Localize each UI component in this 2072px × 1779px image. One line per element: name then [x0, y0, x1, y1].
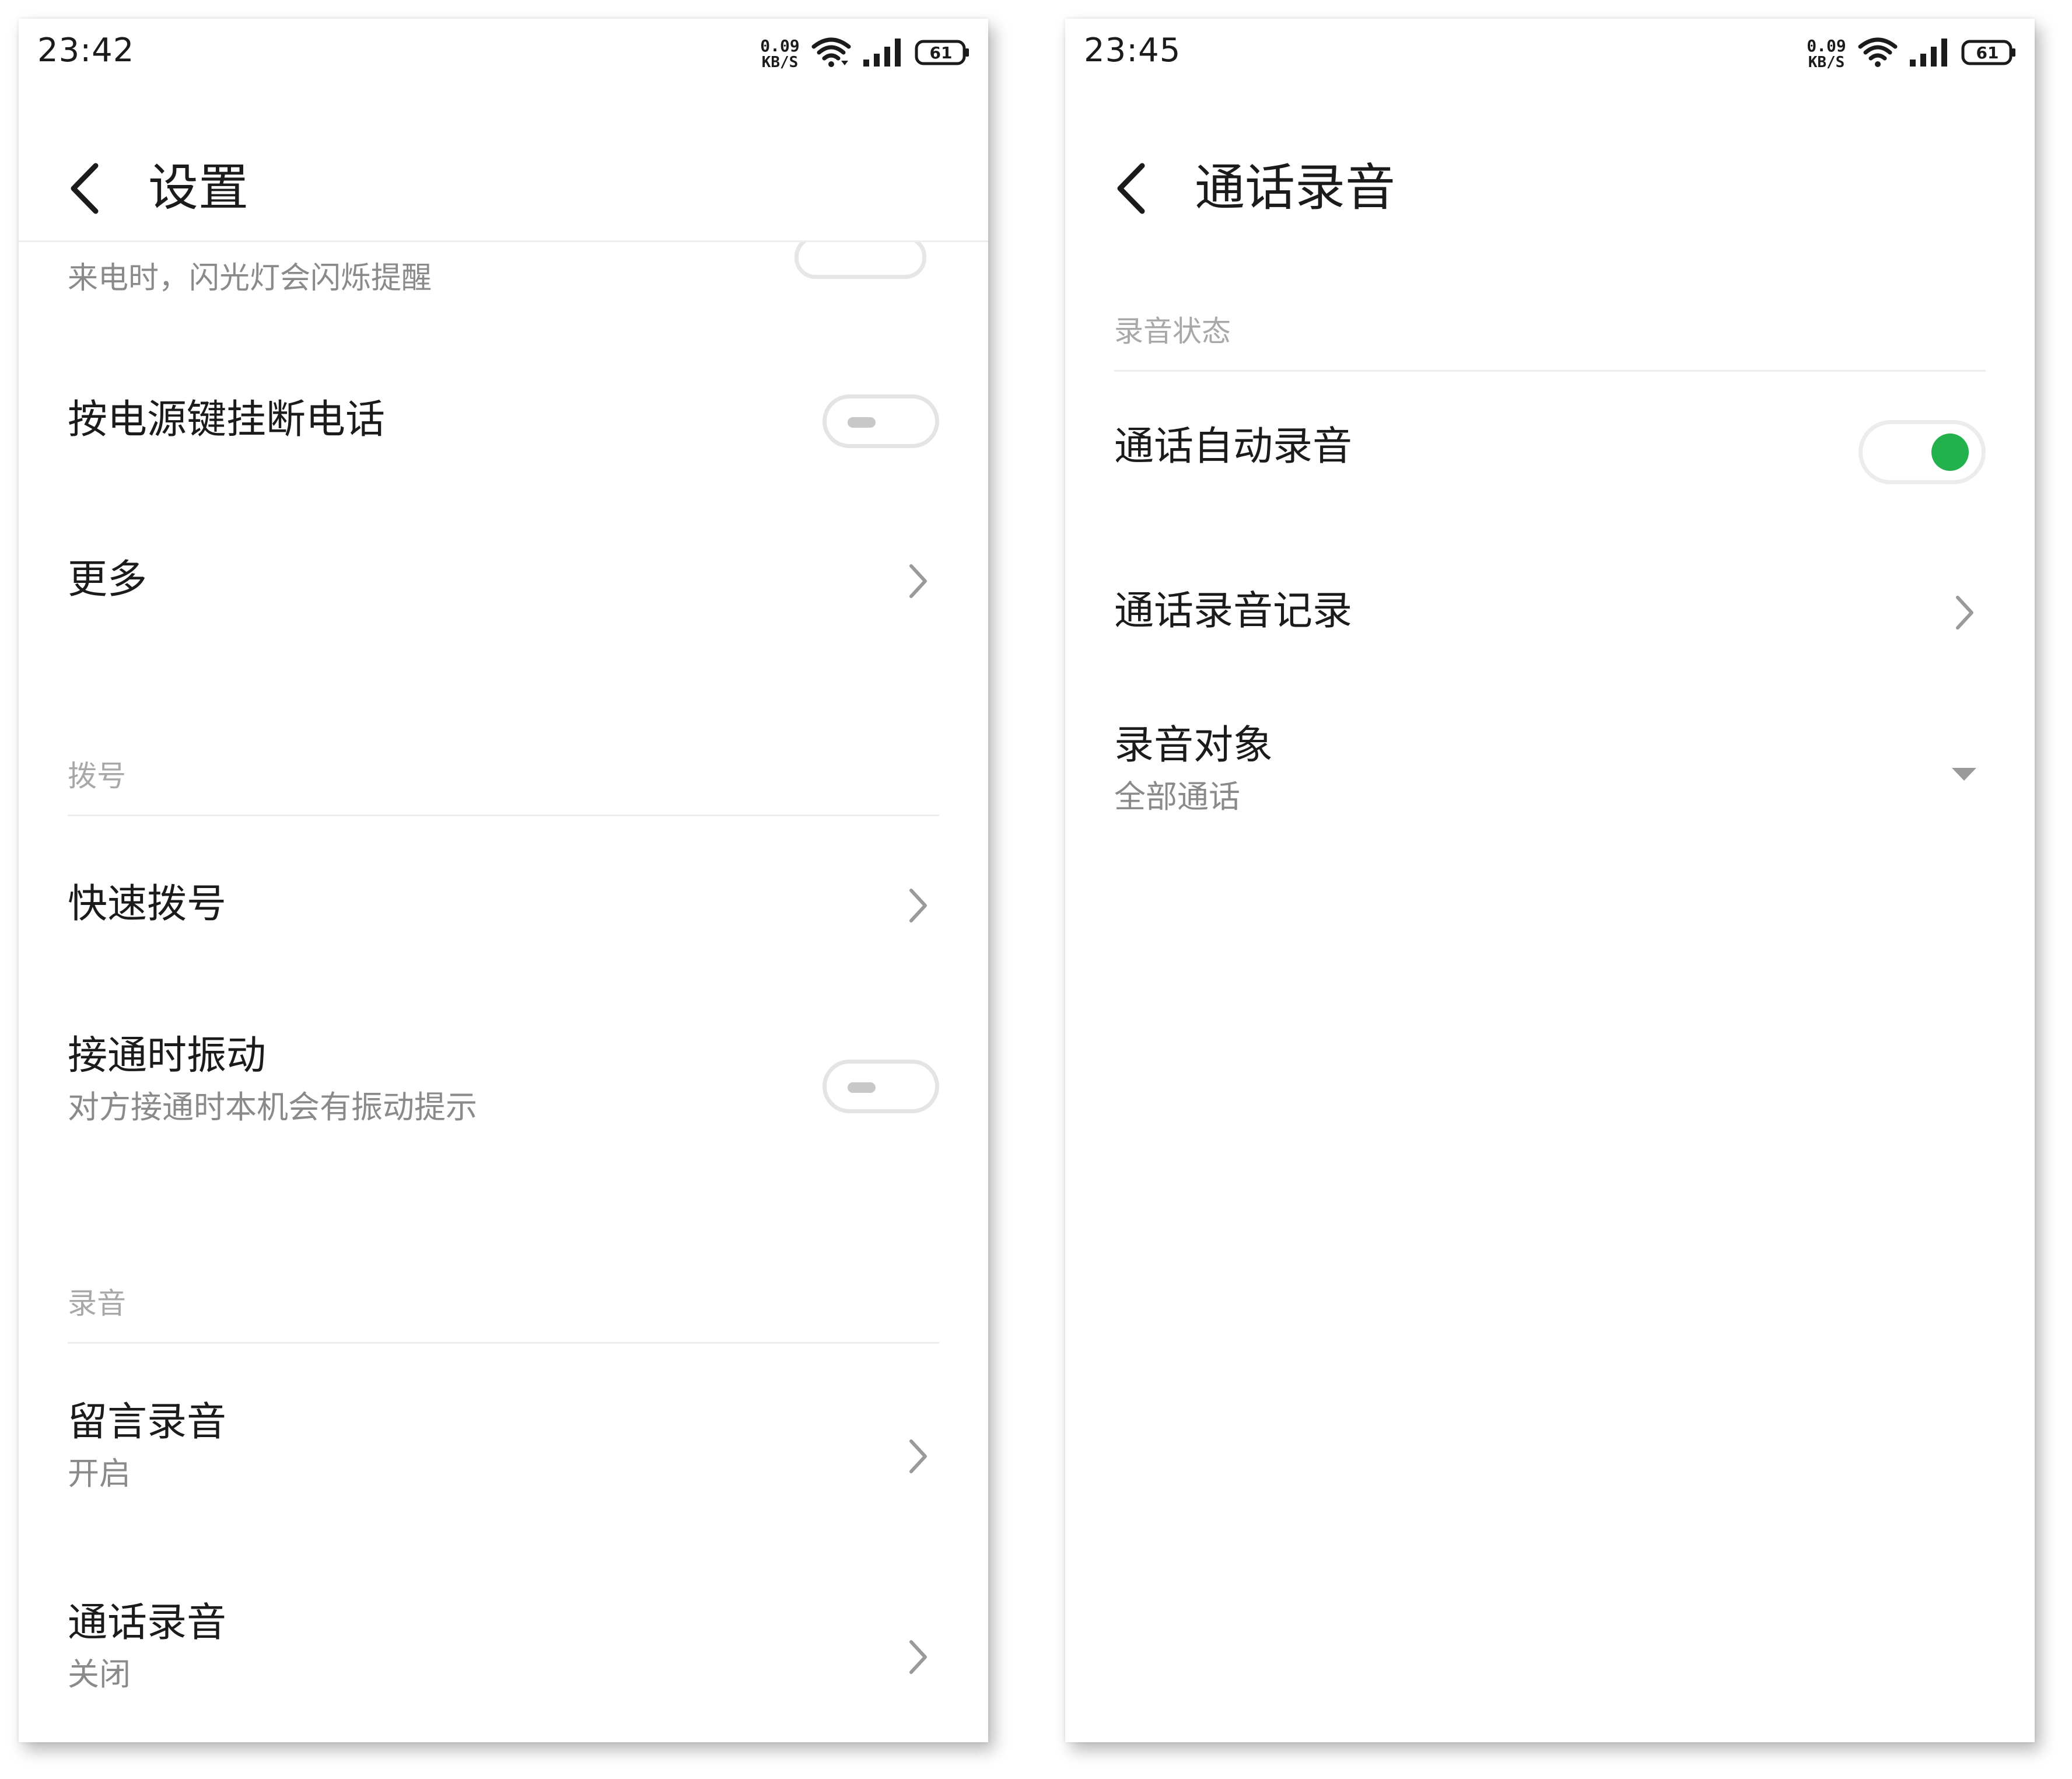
network-speed: 0.09 KB/S [760, 36, 800, 71]
vibrate-on-connect-toggle[interactable] [822, 1060, 939, 1113]
battery-icon: 61 [1961, 40, 2017, 65]
settings-screen: 23:42 0.09 KB/S 61 来电时，闪光灯会闪烁提醒 设置 按电源键挂… [19, 19, 988, 1742]
call-recording-screen: 23:45 0.09 KB/S 61 通话录音 录音状态 通话自动录音 通话录音… [1065, 19, 2035, 1742]
section-header-dial: 拨号 [68, 753, 939, 816]
power-key-hangup-toggle[interactable] [822, 394, 939, 448]
signal-icon [863, 39, 901, 67]
row-title: 留言录音 [68, 1399, 227, 1445]
row-subtitle: 对方接通时本机会有振动提示 [68, 1089, 477, 1126]
vibrate-on-connect-row[interactable]: 接通时振动 对方接通时本机会有振动提示 [68, 1033, 939, 1149]
back-arrow-icon [71, 163, 99, 214]
title-divider [19, 240, 988, 242]
network-speed: 0.09 KB/S [1807, 36, 1846, 71]
scrolled-toggle[interactable] [794, 236, 926, 279]
row-title: 快速拨号 [68, 881, 227, 927]
wifi-icon [811, 37, 851, 67]
status-time: 23:45 [1084, 32, 1181, 69]
chevron-right-icon [909, 564, 927, 598]
title-bar: 设置 [19, 135, 988, 240]
auto-record-toggle[interactable] [1859, 420, 1986, 484]
back-arrow-icon [1117, 163, 1145, 214]
voicemail-record-row[interactable]: 留言录音 开启 [68, 1399, 939, 1516]
more-row[interactable]: 更多 [68, 537, 939, 624]
scrolled-subtitle: 来电时，闪光灯会闪烁提醒 [68, 261, 432, 296]
call-record-row[interactable]: 通话录音 关闭 [68, 1600, 939, 1717]
row-title: 更多 [68, 557, 148, 603]
chevron-right-icon [1956, 596, 1973, 630]
record-list-row[interactable]: 通话录音记录 [1114, 568, 1986, 656]
section-header-record-status: 录音状态 [1114, 308, 1986, 372]
chevron-right-icon [909, 1439, 927, 1473]
toggle-knob [848, 1082, 876, 1093]
chevron-right-icon [909, 889, 927, 922]
dropdown-arrow-icon [1952, 768, 1976, 781]
back-button[interactable] [1114, 156, 1167, 221]
chevron-right-icon [909, 1640, 927, 1674]
row-title: 按电源键挂断电话 [68, 397, 386, 443]
signal-icon [1910, 39, 1947, 67]
wifi-icon [1858, 37, 1898, 67]
row-title: 录音对象 [1114, 722, 1273, 768]
speed-dial-row[interactable]: 快速拨号 [68, 861, 939, 949]
back-button[interactable] [68, 156, 120, 221]
row-title: 通话自动录音 [1114, 424, 1353, 470]
status-icons: 0.09 KB/S 61 [1806, 29, 2017, 76]
row-title: 通话录音 [68, 1600, 227, 1646]
row-title: 通话录音记录 [1114, 588, 1353, 634]
battery-icon: 61 [915, 40, 971, 65]
row-subtitle: 全部通话 [1114, 778, 1240, 815]
auto-record-row[interactable]: 通话自动录音 [1114, 406, 1986, 494]
page-title: 设置 [148, 159, 249, 217]
status-bar: 23:42 0.09 KB/S 61 [19, 19, 988, 83]
status-icons: 0.09 KB/S 61 [760, 29, 971, 76]
row-subtitle: 关闭 [68, 1656, 131, 1693]
section-header-record: 录音 [68, 1280, 939, 1344]
row-subtitle: 开启 [68, 1455, 131, 1492]
page-title: 通话录音 [1195, 159, 1395, 217]
title-bar: 通话录音 [1065, 135, 2035, 240]
toggle-knob [848, 417, 876, 428]
status-bar: 23:45 0.09 KB/S 61 [1065, 19, 2035, 83]
row-title: 接通时振动 [68, 1033, 267, 1079]
status-time: 23:42 [37, 32, 135, 69]
toggle-knob [1931, 434, 1969, 471]
power-key-hangup-row[interactable]: 按电源键挂断电话 [68, 377, 939, 464]
record-target-row[interactable]: 录音对象 全部通话 [1114, 722, 1986, 839]
